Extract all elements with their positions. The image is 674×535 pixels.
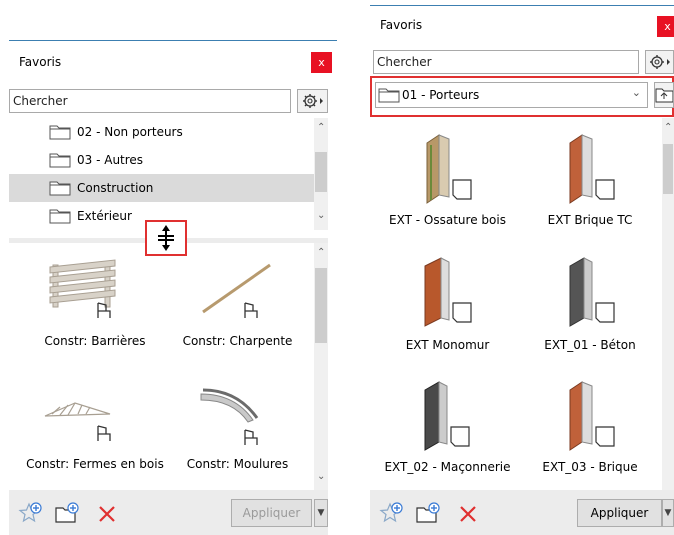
search-input-text: Chercher [377,55,432,69]
search-input[interactable]: Chercher [9,89,291,113]
grid-item[interactable]: EXT Brique TC [520,125,660,235]
grid-item[interactable]: EXT - Ossature bois [375,125,520,235]
items-scrollbar[interactable]: ⌃ [662,118,674,490]
panel-top-border [370,5,674,6]
wall-wood-frame-icon [426,134,472,204]
fence-icon [49,259,116,318]
close-button[interactable]: x [657,16,674,37]
chevron-down-icon: ⌄ [631,86,641,99]
wall-brick-icon [569,134,615,204]
delete-icon[interactable] [459,505,477,523]
folder-item[interactable]: 03 - Autres [9,146,314,174]
wall-concrete-icon [569,257,615,327]
folder-icon [49,209,71,224]
folder-select-value: 01 - Porteurs [402,88,480,102]
gear-icon [649,55,670,69]
folder-icon [49,125,71,140]
resize-cursor-highlight [145,220,187,256]
apply-button-label: Appliquer [590,506,649,520]
apply-button[interactable]: Appliquer [577,499,662,527]
apply-dropdown-button[interactable]: ▼ [662,499,674,527]
wall-masonry-icon [424,381,470,451]
add-favorite-icon[interactable] [18,500,44,526]
folder-label: 02 - Non porteurs [77,125,183,139]
scroll-thumb[interactable] [315,152,327,192]
apply-dropdown-button[interactable]: ▼ [314,499,328,527]
item-label: EXT_01 - Béton [544,338,636,352]
close-icon: x [664,20,671,33]
grid-item[interactable]: Constr: Moulures [175,380,300,480]
panel-title: Favoris [19,55,62,69]
item-label: EXT Brique TC [547,213,633,227]
folder-item[interactable]: 02 - Non porteurs [9,118,314,146]
settings-button[interactable] [297,89,328,113]
molding-icon [200,388,259,445]
folder-icon [49,181,71,196]
parent-folder-button[interactable] [654,82,674,108]
grid-item[interactable]: Constr: Fermes en bois [20,388,170,488]
scroll-thumb[interactable] [315,268,327,343]
folder-up-icon [655,88,673,103]
folder-label: Extérieur [77,209,132,223]
close-icon: x [318,56,325,69]
wall-brick-icon [569,381,615,451]
new-folder-icon[interactable] [53,500,81,526]
scroll-thumb[interactable] [663,144,673,194]
dropdown-arrow-icon: ▼ [664,508,672,518]
add-favorite-icon[interactable] [379,500,405,526]
grid-item[interactable]: EXT Monomur [375,248,520,358]
gear-icon [302,94,323,108]
folder-item-selected[interactable]: Construction [9,174,314,202]
panel-title: Favoris [380,18,423,32]
wall-monomur-icon [424,257,472,327]
scroll-down-icon[interactable]: ⌄ [317,471,325,482]
grid-item[interactable]: EXT_01 - Béton [520,248,660,358]
delete-icon[interactable] [98,505,116,523]
close-button[interactable]: x [311,52,332,73]
search-input-text: Chercher [13,94,68,108]
item-label: Constr: Barrières [44,334,146,348]
folder-scrollbar[interactable]: ⌃ ⌄ [314,118,328,230]
grid-item[interactable]: EXT_03 - Brique [520,372,660,482]
panel-top-border [9,40,337,41]
folder-icon [49,153,71,168]
scroll-up-icon[interactable]: ⌃ [664,122,672,133]
item-label: Constr: Moulures [186,457,289,471]
scroll-up-icon[interactable]: ⌃ [317,247,325,258]
truss-icon [44,402,111,441]
scroll-up-icon[interactable]: ⌃ [317,122,325,133]
grid-item[interactable]: Constr: Charpente [175,255,300,355]
beam-icon [202,263,271,318]
dropdown-arrow-icon: ▼ [317,508,325,518]
folder-select[interactable]: 01 - Porteurs ⌄ [375,82,648,108]
resize-cursor-icon [158,225,174,251]
item-label: EXT Monomur [405,338,490,352]
folder-icon [378,88,400,103]
folder-label: 03 - Autres [77,153,144,167]
item-label: Constr: Charpente [182,334,293,348]
item-label: EXT_02 - Maçonnerie [384,460,511,474]
apply-button-label: Appliquer [242,506,301,520]
new-folder-icon[interactable] [414,500,442,526]
items-scrollbar[interactable]: ⌃ ⌄ [314,243,328,490]
search-input[interactable]: Chercher [373,50,639,74]
apply-button[interactable]: Appliquer [231,499,312,527]
scroll-down-icon[interactable]: ⌄ [317,210,325,221]
item-label: EXT_03 - Brique [542,460,638,474]
item-label: Constr: Fermes en bois [26,457,164,471]
grid-item[interactable]: EXT_02 - Maçonnerie [375,372,520,482]
settings-button[interactable] [645,50,674,74]
item-label: EXT - Ossature bois [389,213,506,227]
folder-label: Construction [77,181,154,195]
grid-item[interactable]: Constr: Barrières [20,255,170,355]
